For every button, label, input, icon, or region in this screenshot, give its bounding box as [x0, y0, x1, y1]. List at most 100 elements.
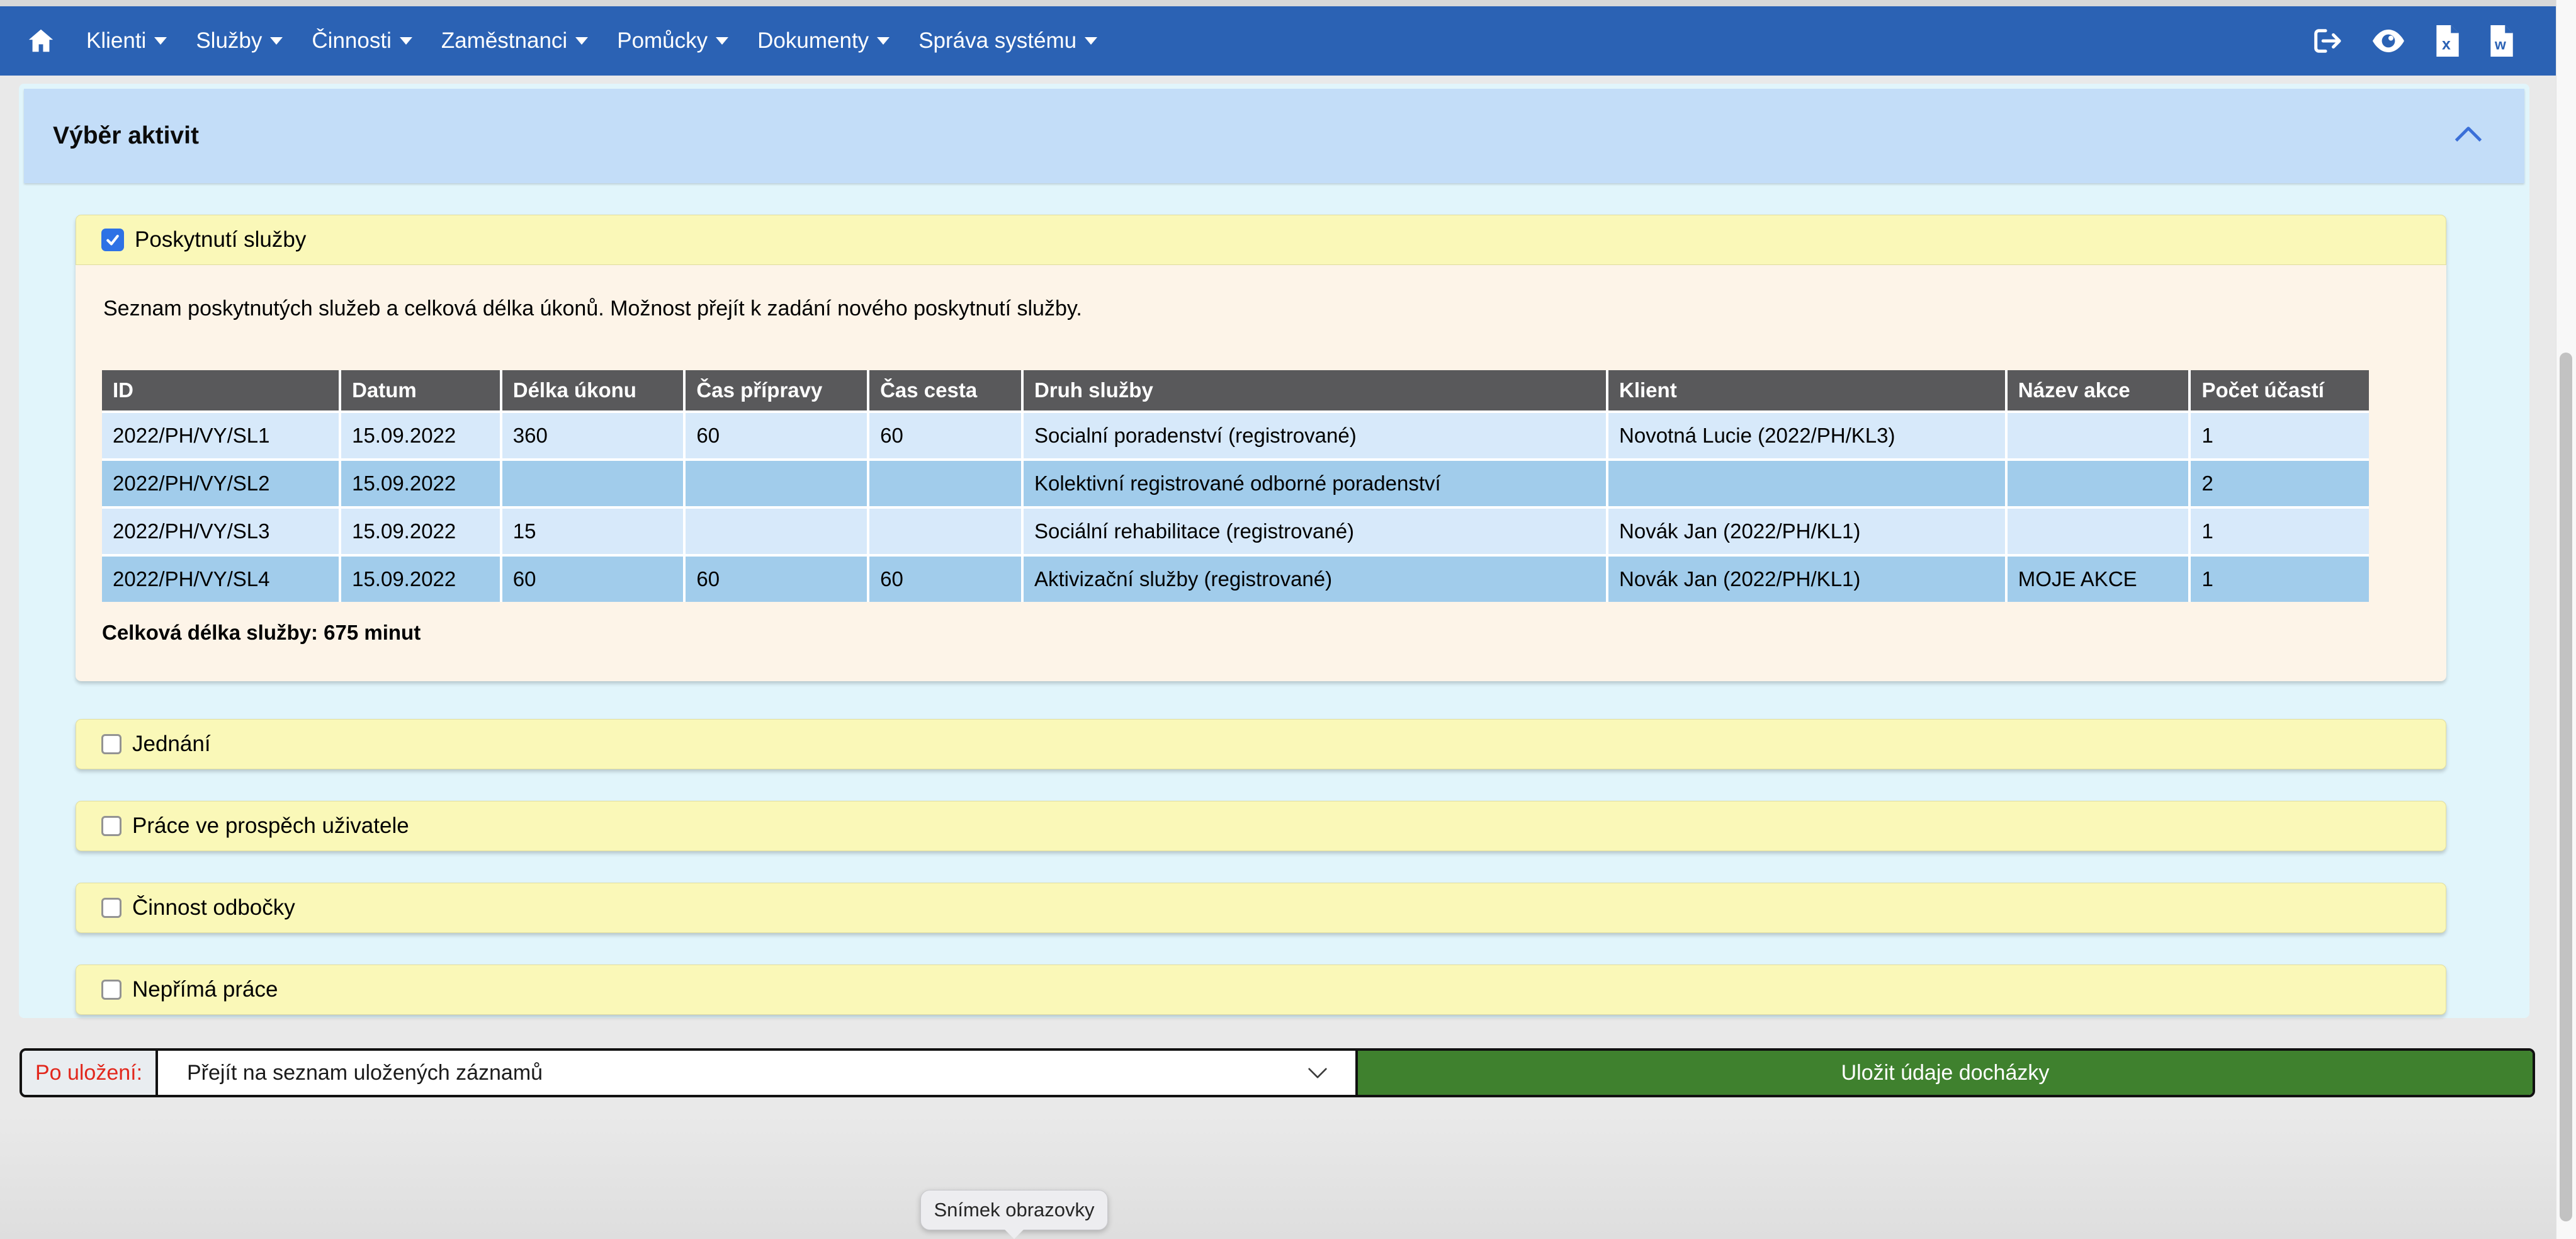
window-top-strip [0, 0, 2556, 6]
section-poskytnuti-sluzby: Poskytnutí služby Seznam poskytnutých sl… [76, 215, 2446, 681]
table-row[interactable]: 2022/PH/VY/SL1 15.09.2022 360 60 60 Soci… [102, 412, 2369, 460]
section-header-prace-ve-prospech[interactable]: Práce ve prospěch uživatele [76, 801, 2446, 851]
nav-item-sprava-systemu[interactable]: Správa systému [904, 28, 1112, 54]
after-save-selected-option: Přejít na seznam uložených záznamů [187, 1061, 543, 1085]
file-excel-icon: x [2434, 25, 2460, 57]
activities-panel-body: Poskytnutí služby Seznam poskytnutých sl… [19, 188, 2529, 1015]
checkbox-cinnost-odbocky[interactable] [101, 898, 121, 918]
activities-panel-header: Výběr aktivit [24, 89, 2524, 183]
cell-nazev-akce: MOJE AKCE [2006, 555, 2190, 602]
section-header-neprima-prace[interactable]: Nepřímá práce [76, 965, 2446, 1015]
cell-datum: 15.09.2022 [340, 412, 501, 460]
activities-panel: Výběr aktivit Poskytnutí služby [19, 84, 2529, 1018]
screenshot-tooltip: Snímek obrazovky [920, 1190, 1108, 1230]
nav-item-pomucky[interactable]: Pomůcky [602, 28, 743, 54]
nav-item-klienti[interactable]: Klienti [72, 28, 181, 54]
chevron-up-icon [2454, 127, 2483, 143]
section-label[interactable]: Poskytnutí služby [135, 227, 306, 252]
cell-nazev-akce [2006, 412, 2190, 460]
after-save-label: Po uložení: [22, 1051, 158, 1095]
cell-pocet-ucasti: 2 [2189, 460, 2369, 507]
section-jednani: Jednání [76, 719, 2446, 769]
eye-icon [2371, 27, 2406, 55]
nav-item-label: Zaměstnanci [441, 28, 567, 54]
cell-cas-cesta [868, 507, 1022, 555]
home-icon [26, 26, 55, 55]
panel-title: Výběr aktivit [53, 122, 199, 150]
section-label[interactable]: Práce ve prospěch uživatele [132, 813, 409, 839]
caret-down-icon [154, 37, 167, 45]
export-word-button[interactable]: w [2488, 25, 2514, 57]
section-body-poskytnuti-sluzby: Seznam poskytnutých služeb a celková dél… [76, 265, 2446, 681]
section-label[interactable]: Jednání [132, 732, 211, 757]
caret-down-icon [270, 37, 283, 45]
nav-item-label: Správa systému [918, 28, 1076, 54]
col-header-id: ID [102, 370, 340, 412]
cell-klient [1607, 460, 2006, 507]
cell-delka-ukonu [501, 460, 685, 507]
cell-cas-pripravy: 60 [684, 412, 868, 460]
section-header-poskytnuti-sluzby[interactable]: Poskytnutí služby [76, 215, 2446, 265]
col-header-datum: Datum [340, 370, 501, 412]
collapse-panel-button[interactable] [2454, 127, 2483, 146]
section-header-cinnost-odbocky[interactable]: Činnost odbočky [76, 883, 2446, 933]
cell-delka-ukonu: 360 [501, 412, 685, 460]
cell-datum: 15.09.2022 [340, 555, 501, 602]
table-row[interactable]: 2022/PH/VY/SL3 15.09.2022 15 Sociální re… [102, 507, 2369, 555]
cell-druh-sluzby: Sociální rehabilitace (registrované) [1022, 507, 1607, 555]
checkbox-jednani[interactable] [101, 734, 121, 754]
vertical-scrollbar-thumb[interactable] [2560, 353, 2572, 1221]
section-label[interactable]: Nepřímá práce [132, 977, 278, 1002]
nav-item-cinnosti[interactable]: Činnosti [297, 28, 426, 54]
app-window: Klienti Služby Činnosti Zaměstnanci Pomů… [0, 0, 2576, 1239]
cell-pocet-ucasti: 1 [2189, 555, 2369, 602]
cell-cas-cesta: 60 [868, 412, 1022, 460]
after-save-select[interactable]: Přejít na seznam uložených záznamů [158, 1051, 1355, 1095]
nav-item-label: Činnosti [312, 28, 391, 54]
total-duration-text: Celková délka služby: 675 minut [102, 621, 2420, 645]
preview-button[interactable] [2371, 27, 2406, 55]
section-header-jednani[interactable]: Jednání [76, 719, 2446, 769]
services-table: ID Datum Délka úkonu Čas přípravy Čas ce… [102, 370, 2369, 602]
checkbox-prace-ve-prospech[interactable] [101, 816, 121, 836]
cell-cas-pripravy [684, 460, 868, 507]
nav-item-dokumenty[interactable]: Dokumenty [743, 28, 904, 54]
nav-item-zamestnanci[interactable]: Zaměstnanci [427, 28, 602, 54]
caret-down-icon [716, 37, 728, 45]
nav-item-label: Dokumenty [757, 28, 869, 54]
checkbox-neprima-prace[interactable] [101, 980, 121, 1000]
col-header-pocet-ucasti: Počet účastí [2189, 370, 2369, 412]
caret-down-icon [1085, 37, 1097, 45]
cell-cas-pripravy [684, 507, 868, 555]
cell-cas-pripravy: 60 [684, 555, 868, 602]
cell-id: 2022/PH/VY/SL3 [102, 507, 340, 555]
cell-cas-cesta: 60 [868, 555, 1022, 602]
save-attendance-button[interactable]: Uložit údaje docházky [1355, 1051, 2533, 1095]
section-label[interactable]: Činnost odbočky [132, 895, 295, 920]
table-header-row: ID Datum Délka úkonu Čas přípravy Čas ce… [102, 370, 2369, 412]
nav-item-sluzby[interactable]: Služby [181, 28, 297, 54]
cell-pocet-ucasti: 1 [2189, 507, 2369, 555]
caret-down-icon [877, 37, 890, 45]
cell-klient: Novotná Lucie (2022/PH/KL3) [1607, 412, 2006, 460]
section-cinnost-odbocky: Činnost odbočky [76, 883, 2446, 933]
nav-item-label: Pomůcky [617, 28, 708, 54]
cell-id: 2022/PH/VY/SL4 [102, 555, 340, 602]
nav-item-label: Klienti [86, 28, 146, 54]
cell-cas-cesta [868, 460, 1022, 507]
table-row[interactable]: 2022/PH/VY/SL2 15.09.2022 Kolektivní reg… [102, 460, 2369, 507]
cell-nazev-akce [2006, 460, 2190, 507]
sign-out-button[interactable] [2310, 26, 2343, 55]
export-excel-button[interactable]: x [2434, 25, 2460, 57]
cell-klient: Novák Jan (2022/PH/KL1) [1607, 507, 2006, 555]
home-button[interactable] [26, 26, 55, 55]
cell-id: 2022/PH/VY/SL1 [102, 412, 340, 460]
checkbox-poskytnuti-sluzby[interactable] [101, 229, 124, 251]
vertical-scrollbar-track[interactable] [2556, 0, 2576, 1239]
cell-druh-sluzby: Aktivizační služby (registrované) [1022, 555, 1607, 602]
col-header-cas-pripravy: Čas přípravy [684, 370, 868, 412]
cell-nazev-akce [2006, 507, 2190, 555]
table-row[interactable]: 2022/PH/VY/SL4 15.09.2022 60 60 60 Aktiv… [102, 555, 2369, 602]
caret-down-icon [400, 37, 412, 45]
cell-delka-ukonu: 60 [501, 555, 685, 602]
